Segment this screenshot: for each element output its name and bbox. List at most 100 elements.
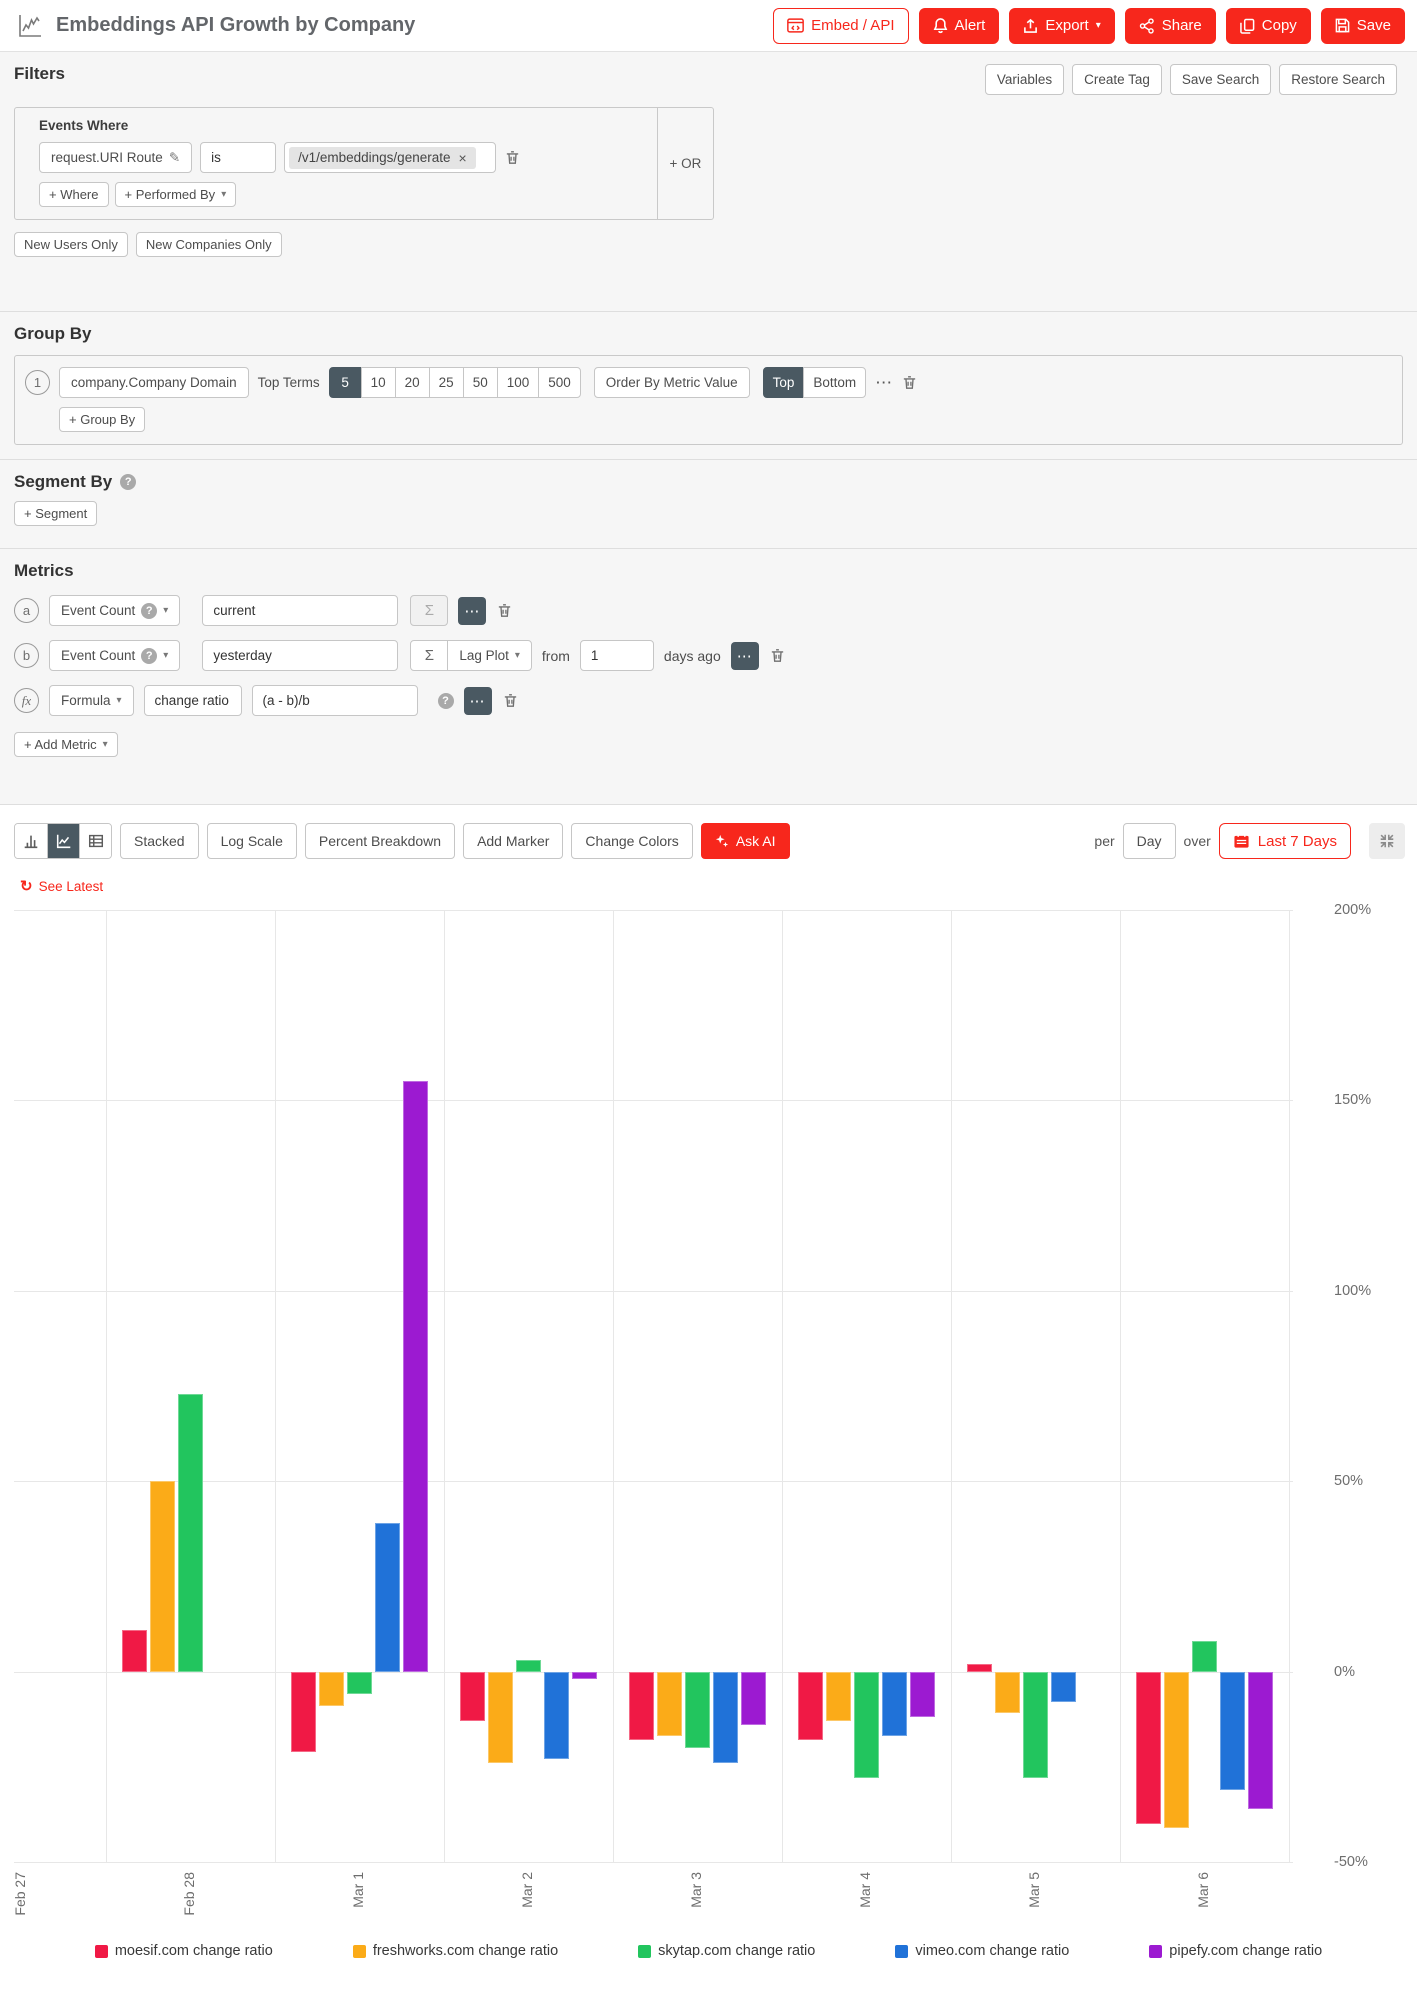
x-axis-tick-label: Mar 1 — [350, 1872, 366, 1908]
delete-metric-a-button[interactable] — [496, 602, 513, 619]
embed-icon — [787, 18, 804, 33]
metric-b-type-dropdown[interactable]: Event Count ? ▾ — [49, 640, 181, 671]
lag-days-input[interactable] — [579, 640, 654, 671]
bar-freshworks-Mar-2 — [487, 1671, 513, 1763]
save-icon — [1335, 18, 1350, 33]
metric-b-badge: b — [14, 643, 39, 668]
legend-item[interactable]: freshworks.com change ratio — [352, 1943, 559, 1959]
formula-expression-input[interactable] — [251, 685, 418, 716]
delete-filter-button[interactable] — [504, 149, 521, 166]
export-button[interactable]: Export ▾ — [1009, 7, 1115, 44]
y-axis-tick-label: -50% — [1334, 1854, 1368, 1870]
help-icon: ? — [437, 692, 454, 709]
filter-field-button[interactable]: request.URI Route ✎ — [39, 142, 193, 173]
bar-skytap-Feb-28 — [177, 1393, 203, 1672]
x-axis-tick-label: Mar 6 — [1195, 1872, 1211, 1908]
metric-b-more-button[interactable]: ⋯ — [730, 641, 759, 670]
add-segment-button[interactable]: + Segment — [14, 501, 98, 526]
metric-a-name-input[interactable] — [202, 595, 399, 626]
y-axis-tick-label: 100% — [1334, 1282, 1372, 1299]
y-axis-tick-label: 150% — [1334, 1092, 1372, 1109]
create-tag-button[interactable]: Create Tag — [1072, 64, 1162, 95]
filter-operator[interactable]: is — [200, 142, 277, 173]
new-companies-only-button[interactable]: New Companies Only — [135, 232, 282, 257]
add-performed-by-label: + Performed By — [124, 187, 216, 202]
x-axis-tick-label: Mar 4 — [857, 1872, 873, 1908]
legend-label: vimeo.com change ratio — [915, 1943, 1070, 1959]
chart-panel: Stacked Log Scale Percent Breakdown Add … — [0, 805, 1417, 1999]
legend-label: freshworks.com change ratio — [372, 1943, 559, 1959]
restore-search-button[interactable]: Restore Search — [1279, 64, 1397, 95]
order-bottom-option[interactable]: Bottom — [803, 367, 867, 398]
add-metric-button[interactable]: + Add Metric ▾ — [14, 732, 118, 757]
legend-label: pipefy.com change ratio — [1169, 1943, 1323, 1959]
group-by-more-button[interactable]: ⋯ — [875, 373, 892, 393]
formula-more-button[interactable]: ⋯ — [463, 686, 492, 715]
order-top-option[interactable]: Top — [762, 367, 805, 398]
legend-item[interactable]: moesif.com change ratio — [94, 1943, 273, 1959]
delete-metric-b-button[interactable] — [769, 647, 786, 664]
term-option-100[interactable]: 100 — [496, 367, 540, 398]
term-option-50[interactable]: 50 — [462, 367, 498, 398]
bar-moesif-Mar-5 — [966, 1663, 992, 1672]
segment-by-section: Segment By ? + Segment — [0, 460, 1417, 549]
save-search-button[interactable]: Save Search — [1169, 64, 1272, 95]
variables-button[interactable]: Variables — [984, 64, 1065, 95]
add-or-button[interactable]: + OR — [657, 108, 713, 219]
add-group-by-button[interactable]: + Group By — [59, 407, 146, 432]
gridline-horizontal — [14, 910, 1293, 911]
gridline-horizontal — [14, 1862, 1293, 1863]
metric-b-lag-plot-dropdown[interactable]: Lag Plot ▾ — [447, 640, 532, 671]
term-option-20[interactable]: 20 — [394, 367, 430, 398]
filter-value-chip: /v1/embeddings/generate × — [289, 146, 476, 169]
add-performed-by-button[interactable]: + Performed By ▾ — [114, 182, 237, 207]
remove-value-icon[interactable]: × — [458, 150, 466, 166]
x-axis-tick-label: Mar 2 — [519, 1872, 535, 1908]
term-option-500[interactable]: 500 — [538, 367, 581, 398]
save-button[interactable]: Save — [1320, 7, 1405, 44]
gridline-vertical — [106, 910, 107, 1862]
metric-b-name-input[interactable] — [202, 640, 399, 671]
new-users-only-button[interactable]: New Users Only — [14, 232, 128, 257]
alert-button[interactable]: Alert — [918, 7, 1000, 44]
y-axis-tick-label: 0% — [1334, 1663, 1355, 1680]
top-terms-label: Top Terms — [257, 375, 320, 390]
formula-type-dropdown[interactable]: Formula ▾ — [49, 685, 134, 716]
filter-value-box[interactable]: /v1/embeddings/generate × — [284, 142, 497, 173]
x-axis-tick-label: Mar 3 — [688, 1872, 704, 1908]
metric-a-more-button[interactable]: ⋯ — [458, 596, 487, 625]
share-button[interactable]: Share — [1124, 7, 1216, 44]
x-axis-tick-label: Mar 5 — [1026, 1872, 1042, 1908]
group-by-heading: Group By — [14, 324, 92, 343]
order-by-metric-button[interactable]: Order By Metric Value — [593, 367, 750, 398]
delete-formula-button[interactable] — [502, 692, 519, 709]
delete-group-by-button[interactable] — [901, 374, 918, 391]
copy-button[interactable]: Copy — [1225, 7, 1311, 44]
legend-item[interactable]: skytap.com change ratio — [638, 1943, 815, 1959]
metric-a-aggregation-button[interactable]: Σ — [410, 595, 449, 626]
share-icon — [1139, 17, 1155, 34]
add-where-button[interactable]: + Where — [39, 182, 109, 207]
group-by-field-button[interactable]: company.Company Domain — [59, 367, 249, 398]
formula-name-input[interactable] — [143, 685, 242, 716]
term-option-10[interactable]: 10 — [360, 367, 396, 398]
gridline-vertical — [782, 910, 783, 1862]
legend-item[interactable]: pipefy.com change ratio — [1149, 1943, 1322, 1959]
legend-item[interactable]: vimeo.com change ratio — [895, 1943, 1069, 1959]
term-option-25[interactable]: 25 — [428, 367, 464, 398]
embed-api-button[interactable]: Embed / API — [773, 7, 909, 44]
term-option-5[interactable]: 5 — [328, 367, 362, 398]
gridline-horizontal — [14, 1671, 1293, 1673]
lag-plot-label: Lag Plot — [459, 648, 509, 663]
copy-label: Copy — [1261, 17, 1297, 34]
save-label: Save — [1356, 17, 1391, 34]
metric-a-type-dropdown[interactable]: Event Count ? ▾ — [49, 595, 181, 626]
metric-b-sigma-button[interactable]: Σ — [410, 640, 449, 671]
bar-moesif-Mar-6 — [1135, 1671, 1161, 1824]
bar-vimeo-Mar-4 — [881, 1671, 907, 1737]
chevron-down-icon: ▾ — [163, 605, 169, 616]
share-label: Share — [1161, 17, 1202, 34]
help-icon: ? — [141, 647, 158, 664]
bar-moesif-Mar-2 — [459, 1671, 485, 1722]
gridline-vertical — [613, 910, 614, 1862]
